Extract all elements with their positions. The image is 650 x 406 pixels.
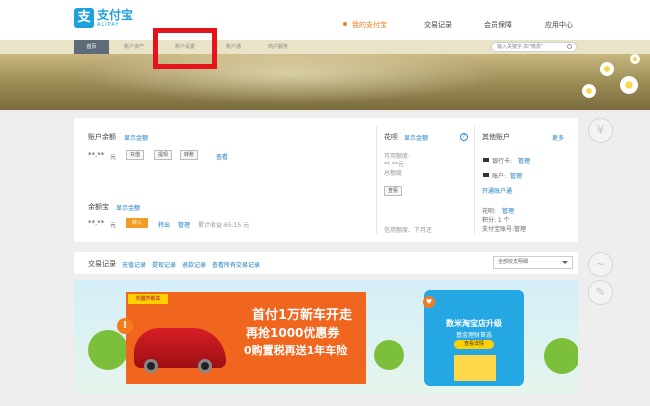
refund-record-link[interactable]: 退款记录 bbox=[182, 260, 206, 269]
gift-box-illustration bbox=[454, 355, 496, 381]
subnav-account-assets[interactable]: 账户资产 bbox=[124, 40, 144, 54]
wheel-icon bbox=[198, 359, 212, 373]
transfer-out-link[interactable]: 转出 bbox=[158, 220, 170, 229]
ad-tag: 天猫开新车 bbox=[128, 294, 168, 304]
account-panel: 账户余额 显示金额 **.** 元 充值 提现 转账 查看 余额宝 显示金额 *… bbox=[74, 118, 578, 242]
huabei-total-label: 总额度 bbox=[384, 170, 403, 177]
car-illustration bbox=[134, 328, 226, 373]
balance-show-link[interactable]: 显示金额 bbox=[124, 133, 148, 142]
points-text: 积分: 1 个 bbox=[482, 217, 510, 224]
transfer-in-button[interactable]: 转入 bbox=[126, 218, 149, 228]
nav-my-alipay[interactable]: 我的支付宝 bbox=[352, 20, 387, 30]
logo-text: 支付宝 ALIPAY bbox=[97, 7, 134, 28]
bank-manage-link[interactable]: 管理 bbox=[518, 156, 530, 165]
daisy-icon bbox=[620, 76, 638, 94]
tree-illustration bbox=[544, 338, 578, 374]
subnav-account-pass[interactable]: 账户通 bbox=[226, 40, 241, 54]
fund-subtitle: 基金理财首选 bbox=[455, 332, 492, 339]
subnav-home[interactable]: 首页 bbox=[74, 40, 109, 54]
transactions-label: 交易记录 bbox=[88, 260, 116, 268]
withdraw-button[interactable]: 提现 bbox=[154, 150, 173, 160]
alipay-logo[interactable]: 支 支付宝 ALIPAY bbox=[74, 8, 133, 28]
top-header: 支 支付宝 ALIPAY 我的支付宝 交易记录 会员保障 应用中心 bbox=[0, 0, 650, 40]
fund-detail-button[interactable]: 查看详情 bbox=[454, 340, 494, 349]
huabei-label: 花呗 bbox=[384, 133, 398, 141]
account-label: 账户: bbox=[492, 173, 507, 180]
huabei-show-link[interactable]: 显示金额 bbox=[404, 133, 428, 142]
warning-icon: ! bbox=[117, 318, 133, 334]
highlight-box bbox=[153, 28, 217, 69]
help-icon[interactable]: ? bbox=[460, 133, 468, 141]
currency-icon[interactable]: ¥ bbox=[588, 118, 613, 143]
yuebao-value: **.** bbox=[88, 219, 105, 227]
huabei-avail-value: **.**元 bbox=[384, 161, 404, 168]
huabei-other-label: 花呗: bbox=[482, 208, 497, 215]
balance-unit: 元 bbox=[110, 154, 117, 161]
header-banner bbox=[0, 54, 650, 110]
search-placeholder: 输入关键字,如"缴费" bbox=[497, 44, 544, 50]
huabei-manage-link[interactable]: 管理 bbox=[502, 206, 514, 215]
search-icon[interactable] bbox=[567, 44, 572, 49]
nav-trade-record[interactable]: 交易记录 bbox=[424, 20, 452, 30]
sub-nav: 首页 账户资产 账户设置 账户通 商户服务 输入关键字,如"缴费" bbox=[0, 40, 650, 54]
transfer-button[interactable]: 转账 bbox=[180, 150, 199, 160]
subnav-merchant[interactable]: 商户服务 bbox=[268, 40, 288, 54]
other-accounts-label: 其他账户 bbox=[482, 133, 510, 141]
logo-en: ALIPAY bbox=[97, 21, 120, 28]
balance-label: 账户余额 bbox=[88, 133, 116, 141]
feedback-icon[interactable]: ✎ bbox=[588, 280, 613, 305]
daisy-icon bbox=[630, 54, 640, 64]
account-manage-link[interactable]: 管理 bbox=[510, 171, 522, 180]
bank-card-icon bbox=[483, 158, 489, 162]
withdraw-record-link[interactable]: 提现记录 bbox=[152, 260, 176, 269]
more-link[interactable]: 更多 bbox=[552, 133, 564, 142]
tree-illustration bbox=[374, 340, 404, 370]
tree-illustration bbox=[88, 330, 128, 370]
cert-text: 支付宝账号:管理 bbox=[482, 226, 527, 233]
ad-line-1: 首付1万新车开走 bbox=[252, 308, 353, 323]
yuebao-manage-link[interactable]: 管理 bbox=[178, 220, 190, 229]
recharge-button[interactable]: 充值 bbox=[126, 150, 145, 160]
transaction-filter-select[interactable]: 全部收支明细 bbox=[493, 256, 573, 269]
column-divider bbox=[376, 126, 377, 234]
yuebao-earnings: 累计收益:65.15 元 bbox=[198, 222, 250, 229]
daisy-icon bbox=[600, 62, 614, 76]
huabei-view-button[interactable]: 查看 bbox=[384, 186, 403, 196]
banner-glow bbox=[80, 54, 500, 104]
yuebao-show-link[interactable]: 显示金额 bbox=[116, 203, 140, 212]
open-account-link[interactable]: 开通账户通 bbox=[482, 186, 512, 195]
balance-view-link[interactable]: 查看 bbox=[216, 152, 228, 161]
chart-icon[interactable]: ~ bbox=[588, 252, 613, 277]
account-icon bbox=[483, 173, 489, 177]
daisy-icon bbox=[582, 84, 596, 98]
balance-value: **.** bbox=[88, 151, 105, 159]
nav-member[interactable]: 会员保障 bbox=[484, 20, 512, 30]
active-dot-icon bbox=[343, 22, 347, 26]
transaction-bar: 交易记录 充值记录 提现记录 退款记录 查看所有交易记录 全部收支明细 bbox=[74, 252, 578, 274]
wheel-icon bbox=[144, 359, 158, 373]
logo-cn: 支付宝 bbox=[97, 7, 134, 22]
promo-banner[interactable]: 天猫开新车 首付1万新车开走 再抢1000优惠券 0购置税再送1年车险 ! ♥ … bbox=[74, 280, 578, 394]
fund-title: 数米淘宝店升级 bbox=[446, 319, 502, 328]
yuebao-label: 余额宝 bbox=[88, 203, 109, 211]
ad-line-2: 再抢1000优惠券 bbox=[246, 326, 340, 340]
yuebao-unit: 元 bbox=[110, 222, 117, 229]
select-value: 全部收支明细 bbox=[498, 259, 529, 265]
heart-icon: ♥ bbox=[423, 296, 435, 308]
bank-card-label: 银行卡: bbox=[492, 158, 513, 165]
chevron-down-icon bbox=[562, 261, 568, 264]
recharge-record-link[interactable]: 充值记录 bbox=[122, 260, 146, 269]
alipay-logo-icon: 支 bbox=[74, 8, 94, 28]
nav-app-center[interactable]: 应用中心 bbox=[545, 20, 573, 30]
all-records-link[interactable]: 查看所有交易记录 bbox=[212, 260, 260, 269]
ad-line-3: 0购置税再送1年车险 bbox=[244, 344, 348, 357]
search-input[interactable]: 输入关键字,如"缴费" bbox=[491, 42, 577, 52]
huabei-bill: 信用额度、下月还 bbox=[384, 227, 433, 234]
column-divider bbox=[474, 126, 475, 234]
